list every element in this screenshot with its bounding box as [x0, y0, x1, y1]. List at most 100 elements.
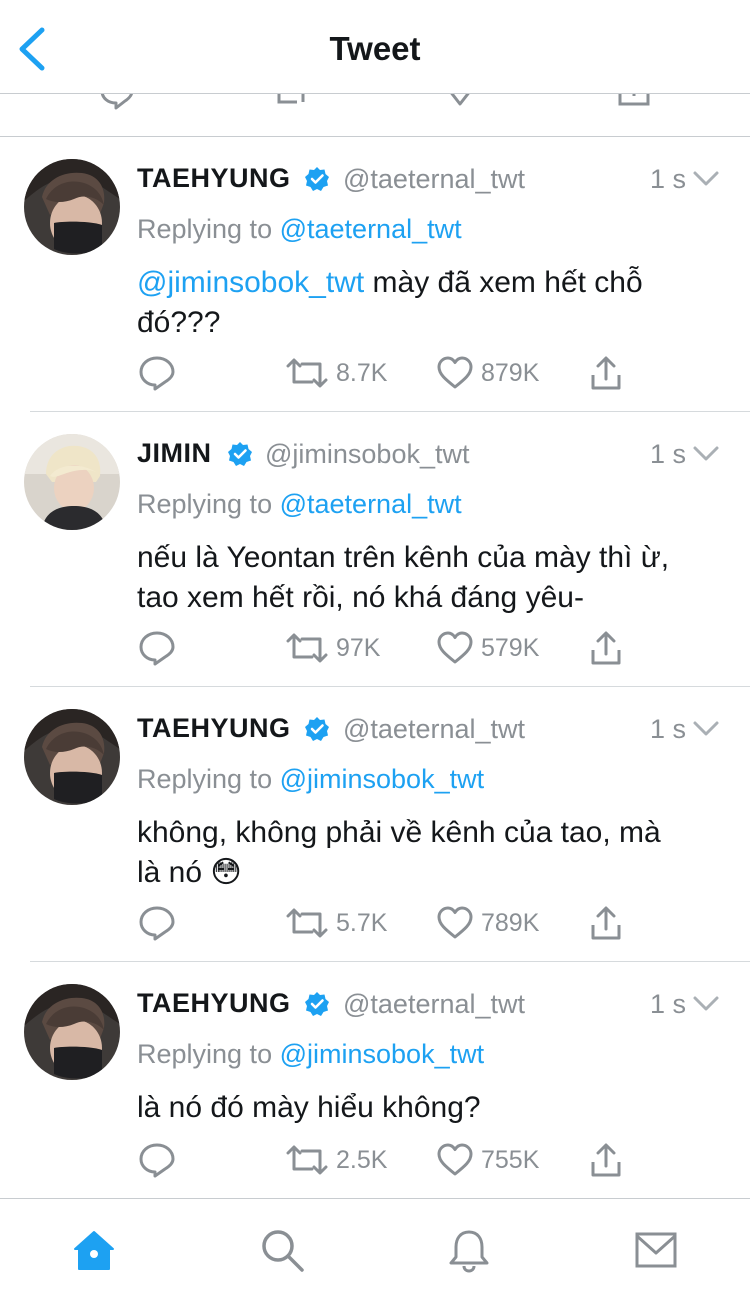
retweet-button[interactable]: 5.7K — [286, 903, 387, 943]
timestamp: 1 s — [649, 164, 686, 194]
replying-to-label: Replying to — [137, 764, 273, 794]
navigation-bar: Tweet — [0, 0, 750, 94]
replying-to: Replying to @taeternal_twt — [137, 214, 462, 245]
author-name[interactable]: TAEHYUNG — [137, 713, 291, 744]
replying-to-label: Replying to — [137, 214, 273, 244]
tweet[interactable]: TAEHYUNG @taeternal_twt 1 s Replying to … — [0, 687, 750, 962]
replying-to: Replying to @taeternal_twt — [137, 489, 462, 520]
author-handle[interactable]: @taeternal_twt — [343, 989, 525, 1020]
share-icon — [591, 631, 621, 665]
like-button[interactable]: 789K — [437, 903, 539, 943]
avatar[interactable] — [24, 434, 120, 530]
retweet-button[interactable]: 8.7K — [286, 353, 387, 393]
author-handle[interactable]: @taeternal_twt — [343, 714, 525, 745]
reply-button[interactable] — [138, 628, 176, 668]
author-handle[interactable]: @taeternal_twt — [343, 164, 525, 195]
chevron-down-icon[interactable] — [692, 994, 720, 1014]
share-icon — [591, 1143, 621, 1177]
retweet-icon[interactable] — [273, 94, 309, 110]
retweet-icon — [286, 358, 328, 388]
retweet-count: 5.7K — [336, 908, 388, 937]
reply-button[interactable] — [138, 353, 176, 393]
tweet-text-line: nếu là Yeontan trên kênh của mày thì ừ, — [137, 541, 670, 574]
share-icon — [591, 356, 621, 390]
tweet-text: nếu là Yeontan trên kênh của mày thì ừ, … — [137, 538, 727, 618]
share-button[interactable] — [590, 1140, 622, 1180]
replying-to: Replying to @jiminsobok_twt — [137, 1039, 484, 1070]
mention-link[interactable]: @jiminsobok_twt — [137, 266, 364, 299]
author-handle[interactable]: @jiminsobok_twt — [265, 439, 469, 470]
like-count: 579K — [481, 633, 540, 662]
like-count: 755K — [481, 1145, 540, 1174]
retweet-count: 97K — [336, 633, 381, 662]
reply-icon — [139, 1143, 175, 1178]
reply-icon[interactable] — [99, 94, 135, 110]
like-count: 789K — [481, 908, 540, 937]
chevron-down-icon[interactable] — [692, 169, 720, 189]
avatar[interactable] — [24, 159, 120, 255]
heart-icon — [437, 1143, 473, 1176]
like-button[interactable]: 579K — [437, 628, 539, 668]
retweet-button[interactable]: 97K — [286, 628, 380, 668]
tweet-actions: 5.7K 789K — [0, 903, 750, 943]
replying-to-label: Replying to — [137, 1039, 273, 1069]
heart-icon — [437, 906, 473, 939]
share-button[interactable] — [590, 903, 622, 943]
tweet-text-line: là nó đó mày hiểu không? — [137, 1091, 481, 1124]
tweet-actions: 97K 579K — [0, 628, 750, 668]
reply-icon — [139, 631, 175, 666]
replying-to-mention[interactable]: @taeternal_twt — [280, 214, 462, 244]
author-name[interactable]: TAEHYUNG — [137, 163, 291, 194]
retweet-icon — [286, 908, 328, 938]
verified-badge-icon — [228, 442, 252, 466]
verified-badge-icon — [305, 717, 329, 741]
avatar[interactable] — [24, 709, 120, 805]
like-button[interactable]: 755K — [437, 1140, 539, 1180]
tweet[interactable]: TAEHYUNG @taeternal_twt 1 s Replying to … — [0, 962, 750, 1198]
retweet-button[interactable]: 2.5K — [286, 1140, 387, 1180]
reply-icon — [139, 356, 175, 391]
home-icon[interactable] — [71, 1227, 117, 1273]
author-name[interactable]: JIMIN — [137, 438, 212, 469]
timestamp: 1 s — [649, 989, 686, 1019]
timestamp: 1 s — [649, 714, 686, 744]
replying-to: Replying to @jiminsobok_twt — [137, 764, 484, 795]
notifications-bell-icon[interactable] — [446, 1227, 492, 1273]
previous-tweet-actions — [0, 94, 750, 136]
chevron-down-icon[interactable] — [692, 719, 720, 739]
verified-badge-icon — [305, 167, 329, 191]
tab-bar — [0, 1198, 750, 1299]
tweet-text: không, không phải về kênh của tao, mà là… — [137, 813, 727, 893]
share-button[interactable] — [590, 353, 622, 393]
tweet-text: là nó đó mày hiểu không? — [137, 1088, 727, 1128]
retweet-count: 2.5K — [336, 1145, 388, 1174]
tweet-text-line: là nó 😳 — [137, 856, 242, 889]
tweet-text-line: không, không phải về kênh của tao, mà — [137, 816, 661, 849]
retweet-icon — [286, 1145, 328, 1175]
tweet-text-line: tao xem hết rồi, nó khá đáng yêu- — [137, 581, 584, 614]
share-icon — [591, 906, 621, 940]
share-button[interactable] — [590, 628, 622, 668]
tweet[interactable]: JIMIN @jiminsobok_twt 1 s Replying to @t… — [0, 412, 750, 687]
heart-icon — [437, 631, 473, 664]
reply-icon — [139, 906, 175, 941]
tweet[interactable]: TAEHYUNG @taeternal_twt 1 s Replying to … — [0, 137, 750, 412]
search-icon[interactable] — [259, 1227, 305, 1273]
replying-to-mention[interactable]: @taeternal_twt — [280, 489, 462, 519]
tweet-text: @jiminsobok_twt mày đã xem hết chỗ đó??? — [137, 263, 727, 343]
retweet-count: 8.7K — [336, 358, 388, 387]
replying-to-mention[interactable]: @jiminsobok_twt — [280, 1039, 484, 1069]
share-icon[interactable] — [616, 94, 652, 110]
author-name[interactable]: TAEHYUNG — [137, 988, 291, 1019]
avatar[interactable] — [24, 984, 120, 1080]
reply-button[interactable] — [138, 903, 176, 943]
replying-to-mention[interactable]: @jiminsobok_twt — [280, 764, 484, 794]
like-button[interactable]: 879K — [437, 353, 539, 393]
reply-button[interactable] — [138, 1140, 176, 1180]
heart-icon — [437, 356, 473, 389]
tweet-actions: 2.5K 755K — [0, 1140, 750, 1180]
messages-envelope-icon[interactable] — [633, 1227, 679, 1273]
chevron-down-icon[interactable] — [692, 444, 720, 464]
like-icon[interactable] — [442, 94, 478, 110]
retweet-icon — [286, 633, 328, 663]
